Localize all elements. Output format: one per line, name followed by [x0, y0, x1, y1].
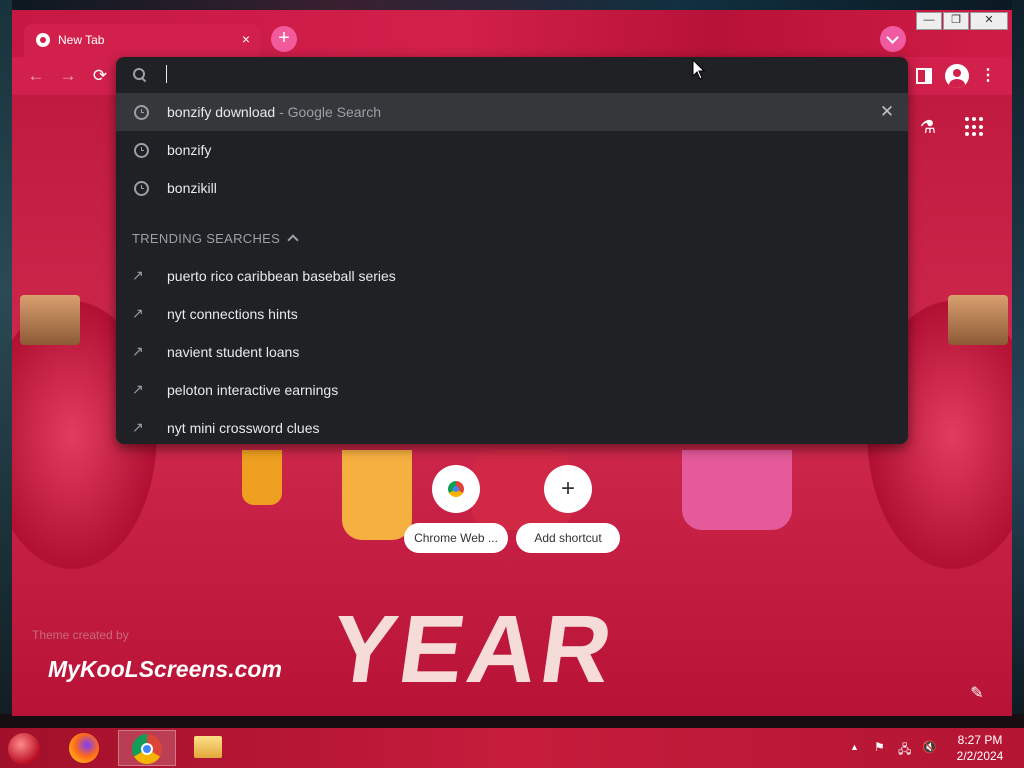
tab-title: New Tab: [58, 33, 105, 47]
ornament-right: [948, 295, 1008, 345]
remove-suggestion-icon[interactable]: ✕: [878, 103, 896, 121]
labs-icon[interactable]: ⚗: [918, 117, 938, 139]
start-button[interactable]: [8, 733, 40, 765]
clock-date: 2/2/2024: [956, 749, 1004, 763]
suggestion-trending[interactable]: ↗ peloton interactive earnings: [116, 371, 908, 409]
taskbar: ▲ ⚑ 🖧 🔇 8:27 PM 2/2/2024: [0, 728, 1024, 768]
browser-menu-button[interactable]: ⋮: [980, 66, 996, 86]
suggestion-text: puerto rico caribbean baseball series: [167, 268, 396, 284]
tab-search-button[interactable]: [880, 26, 906, 52]
desktop-background-left: [0, 0, 12, 728]
action-center-flag-icon[interactable]: ⚑: [874, 740, 888, 754]
add-shortcut-button[interactable]: + Add shortcut: [516, 465, 620, 553]
suggestion-text: bonzify: [167, 142, 212, 158]
google-apps-icon[interactable]: [965, 117, 985, 137]
firefox-icon: [69, 733, 99, 763]
close-window-button[interactable]: ✕: [970, 12, 1008, 30]
minimize-button[interactable]: —: [916, 12, 942, 30]
trending-icon: ↗: [132, 419, 144, 435]
history-clock-icon: [134, 143, 149, 158]
browser-window: New Tab × + — ❐ ✕ ← → ⟳ ⋮ ⚗ YEAR Chrome …: [12, 10, 1012, 716]
tab-new-tab[interactable]: New Tab ×: [24, 24, 260, 57]
network-icon[interactable]: 🖧: [898, 740, 914, 756]
omnibox-input[interactable]: [164, 63, 868, 89]
chrome-web-store-icon: [448, 481, 464, 497]
desktop-background-bottom: [0, 714, 1024, 728]
maximize-button[interactable]: ❐: [943, 12, 969, 30]
trending-icon: ↗: [132, 343, 144, 359]
suggestion-recent[interactable]: bonzikill: [116, 169, 908, 207]
desktop-background-right: [1012, 0, 1024, 728]
chrome-favicon-icon: [36, 33, 50, 47]
title-bar: New Tab × + — ❐ ✕: [12, 10, 1012, 57]
trending-icon: ↗: [132, 305, 144, 321]
suggestion-recent[interactable]: bonzify: [116, 131, 908, 169]
folder-icon: [194, 736, 222, 758]
reload-button[interactable]: ⟳: [90, 66, 110, 86]
theme-credit: Theme created by: [32, 628, 129, 642]
plus-icon: +: [544, 465, 592, 513]
trending-section-label: TRENDING SEARCHES: [132, 231, 281, 246]
ornament-left: [20, 295, 80, 345]
suggestion-trending[interactable]: ↗ nyt mini crossword clues: [116, 409, 908, 447]
forward-button[interactable]: →: [58, 66, 78, 86]
omnibox-input-row: [116, 57, 908, 93]
suggestion-recent[interactable]: bonzify download - Google Search ✕: [116, 93, 908, 131]
theme-brand-link[interactable]: MyKooLScreens.com: [48, 656, 282, 683]
taskbar-firefox[interactable]: [56, 730, 114, 766]
clock-time: 8:27 PM: [957, 733, 1003, 747]
shortcut-label: Chrome Web ...: [404, 523, 508, 553]
text-caret: [166, 65, 167, 83]
trending-icon: ↗: [132, 267, 144, 283]
suggestion-text: nyt mini crossword clues: [167, 420, 320, 436]
suggestion-text: nyt connections hints: [167, 306, 298, 322]
taskbar-chrome[interactable]: [118, 730, 176, 766]
suggestion-text: peloton interactive earnings: [167, 382, 339, 398]
volume-muted-icon[interactable]: 🔇: [922, 740, 938, 754]
suggestion-text: navient student loans: [167, 344, 300, 360]
suggestion-trending[interactable]: ↗ navient student loans: [116, 333, 908, 371]
omnibox-dropdown: bonzify download - Google Search ✕ bonzi…: [116, 57, 908, 444]
search-icon: [132, 67, 148, 83]
show-hidden-icons[interactable]: ▲: [850, 742, 860, 752]
background-year-text: YEAR: [324, 596, 623, 703]
suggestion-trending[interactable]: ↗ nyt connections hints: [116, 295, 908, 333]
profile-avatar[interactable]: [945, 64, 969, 88]
suggestion-trending[interactable]: ↗ puerto rico caribbean baseball series: [116, 257, 908, 295]
suggestion-text: bonzify download - Google Search: [167, 104, 382, 120]
shortcut-icon: [432, 465, 480, 513]
desktop-background-top: [0, 0, 1024, 10]
trending-icon: ↗: [132, 381, 144, 397]
side-panel-icon[interactable]: [916, 68, 932, 84]
system-clock[interactable]: 8:27 PM 2/2/2024: [944, 732, 1016, 764]
history-clock-icon: [134, 181, 149, 196]
collapse-section-icon[interactable]: [286, 231, 300, 245]
new-tab-button[interactable]: +: [271, 26, 297, 52]
shortcut-label: Add shortcut: [516, 523, 620, 553]
suggestion-text: bonzikill: [167, 180, 217, 196]
chrome-icon: [132, 734, 162, 764]
back-button[interactable]: ←: [26, 66, 46, 86]
shortcut-chrome-web-store[interactable]: Chrome Web ...: [404, 465, 508, 553]
customize-pencil-icon[interactable]: ✎: [967, 683, 987, 703]
tab-close-icon[interactable]: ×: [238, 31, 254, 47]
history-clock-icon: [134, 105, 149, 120]
taskbar-file-explorer[interactable]: [180, 730, 238, 766]
